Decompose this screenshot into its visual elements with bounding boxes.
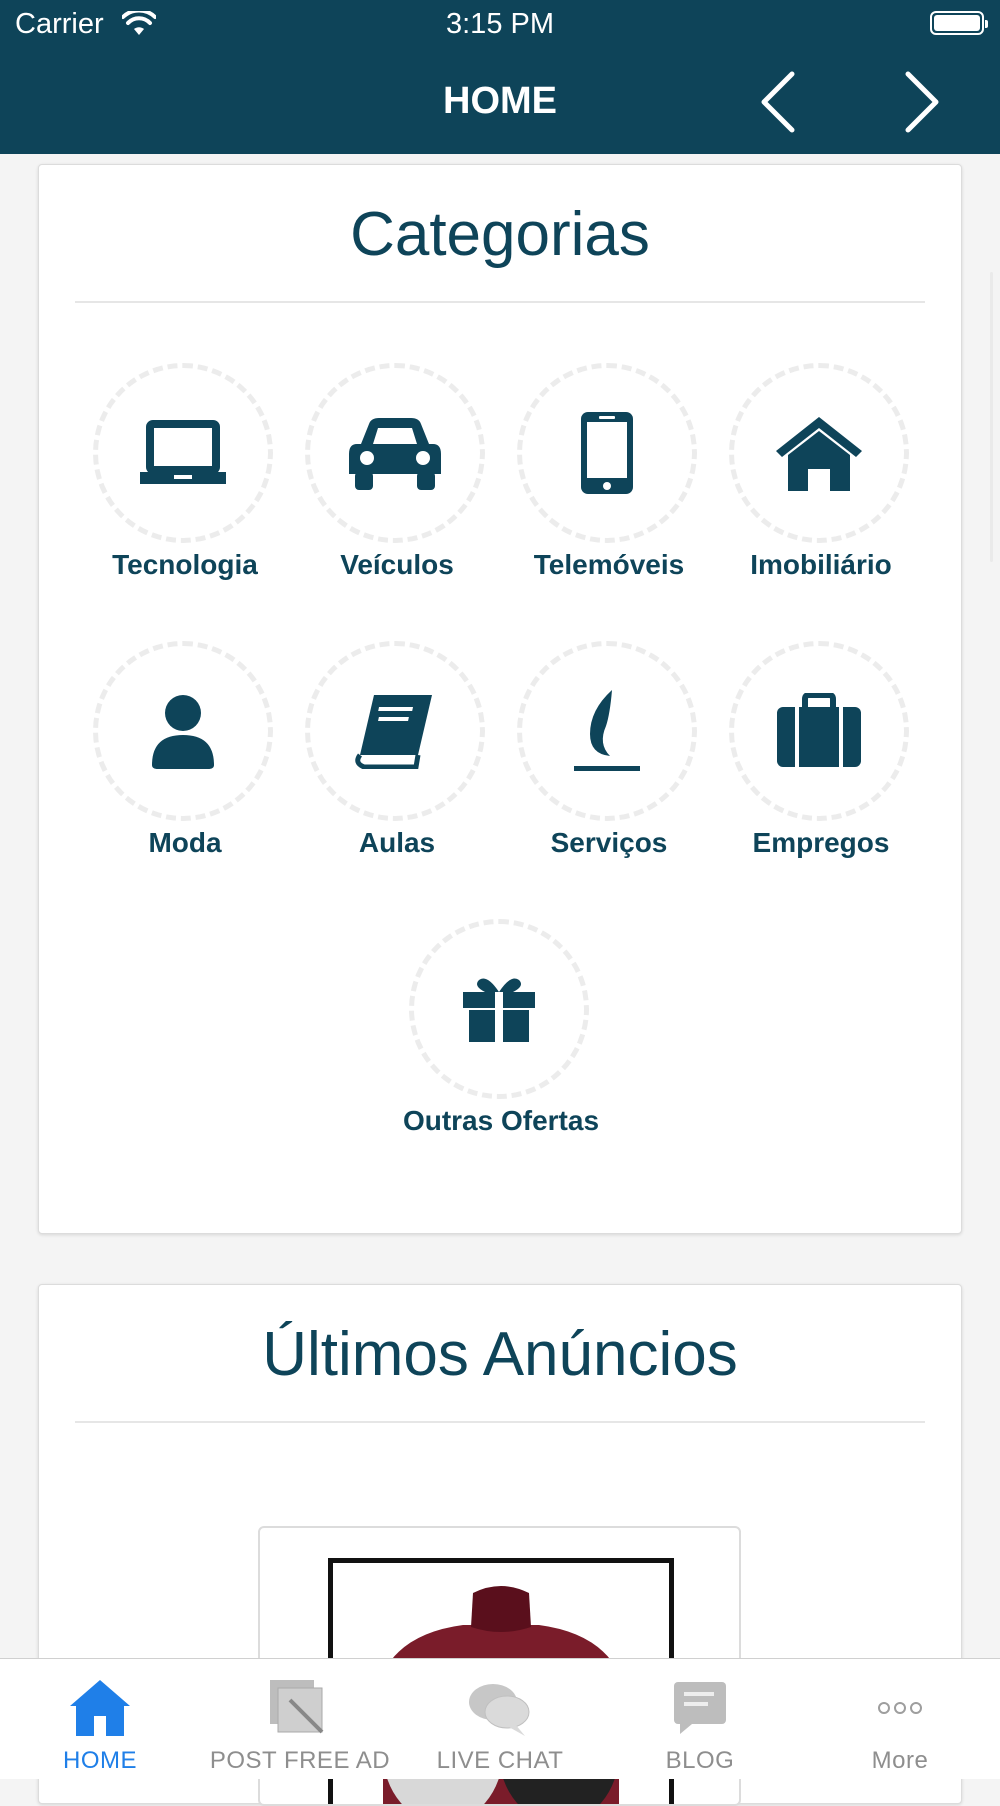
back-button[interactable] (750, 66, 810, 138)
tab-label: POST FREE AD (209, 1747, 391, 1774)
tab-live-chat[interactable]: LIVE CHAT (400, 1659, 600, 1779)
chevron-left-icon (761, 71, 795, 133)
page-title: HOME (443, 80, 557, 122)
gift-icon (463, 978, 535, 1042)
category-imobiliario[interactable]: Imobiliário (715, 363, 927, 603)
latest-ads-title: Últimos Anúncios (262, 1320, 738, 1389)
blog-icon (674, 1682, 726, 1734)
categories-title: Categorias (350, 200, 650, 269)
laptop-icon (140, 420, 226, 484)
tab-home[interactable]: HOME (0, 1659, 200, 1779)
category-moda[interactable]: Moda (79, 641, 291, 881)
book-icon (355, 695, 432, 769)
divider (75, 301, 925, 303)
tab-blog[interactable]: BLOG (600, 1659, 800, 1779)
home-icon (70, 1680, 130, 1736)
categories-card: Categorias Tecnologia Veículos Telemóvei… (38, 164, 962, 1234)
user-icon (152, 695, 214, 769)
tab-label: BLOG (665, 1747, 735, 1774)
category-label: Empregos (752, 827, 890, 858)
category-outras-ofertas[interactable]: Outras Ofertas (395, 919, 607, 1159)
app-header: Carrier 3:15 PM HOME (0, 0, 1000, 154)
tab-label: More (871, 1747, 929, 1774)
divider (75, 1421, 925, 1423)
tab-more[interactable]: More (800, 1659, 1000, 1779)
tab-label: LIVE CHAT (436, 1747, 564, 1774)
tab-label: HOME (63, 1747, 137, 1774)
category-aulas[interactable]: Aulas (291, 641, 503, 881)
tab-bar: HOME POST FREE AD LIVE CHAT BLOG More (0, 1658, 1000, 1779)
mobile-phone-icon (581, 412, 633, 494)
briefcase-icon (777, 693, 861, 767)
category-servicos[interactable]: Serviços (503, 641, 715, 881)
status-bar: Carrier 3:15 PM (0, 0, 1000, 52)
category-label: Outras Ofertas (402, 1105, 600, 1136)
more-icon (878, 1702, 922, 1714)
category-label: Imobiliário (750, 549, 892, 580)
flame-icon (574, 690, 640, 771)
chat-icon (469, 1684, 530, 1736)
battery-icon (930, 11, 988, 35)
forward-button[interactable] (890, 66, 950, 138)
tab-post-free-ad[interactable]: POST FREE AD (200, 1659, 400, 1779)
chevron-right-icon (905, 71, 939, 133)
category-empregos[interactable]: Empregos (715, 641, 927, 881)
status-time: 3:15 PM (446, 8, 554, 40)
scroll-indicator[interactable] (990, 272, 993, 562)
house-icon (776, 417, 862, 491)
category-veiculos[interactable]: Veículos (291, 363, 503, 603)
car-icon (349, 418, 441, 490)
post-ad-icon (270, 1680, 324, 1734)
category-telemoveis[interactable]: Telemóveis (503, 363, 715, 603)
category-tecnologia[interactable]: Tecnologia (79, 363, 291, 603)
